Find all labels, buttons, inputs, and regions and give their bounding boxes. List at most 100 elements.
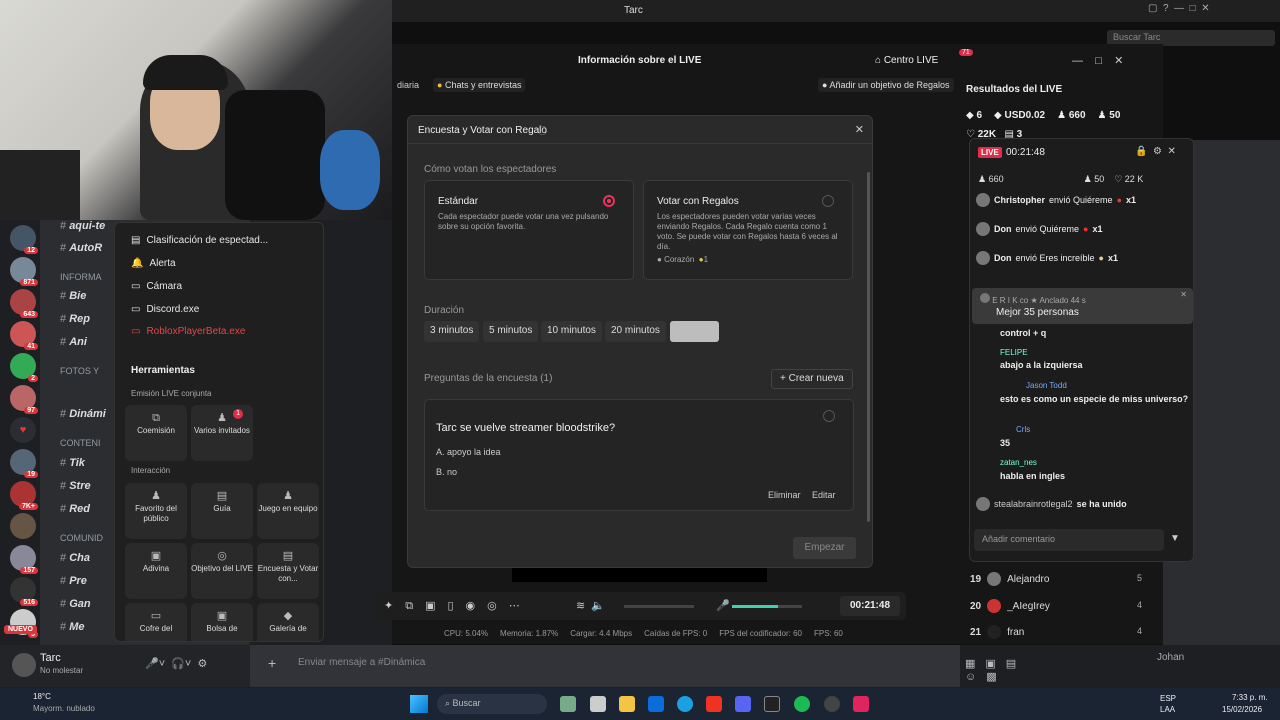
channel-item[interactable]: # Cha bbox=[60, 552, 90, 564]
discord-icon[interactable] bbox=[735, 696, 751, 712]
server-icon[interactable]: 7K+ bbox=[10, 481, 38, 510]
adivina-tool[interactable]: ▣ Adivina bbox=[125, 543, 187, 599]
encuesta-tool[interactable]: ▤ Encuesta y Votar con... bbox=[257, 543, 319, 599]
taskbar-app-icon[interactable] bbox=[590, 696, 606, 712]
category-label[interactable]: INFORMA bbox=[60, 272, 102, 282]
question-card[interactable]: Tarc se vuelve streamer bloodstrike? A. … bbox=[424, 399, 854, 511]
send-icon[interactable]: ▼ bbox=[1170, 533, 1180, 544]
server-icon[interactable]: 2 bbox=[10, 353, 38, 382]
create-new-button[interactable]: + Crear nueva bbox=[771, 369, 853, 389]
menu-item[interactable]: ▭ Discord.exe bbox=[131, 304, 199, 315]
server-icon[interactable]: 643 bbox=[10, 289, 38, 318]
chat-message[interactable]: Don envió Quiéreme ● x1 bbox=[976, 222, 1103, 236]
delete-button[interactable]: Eliminar bbox=[768, 490, 801, 500]
message-tools[interactable]: ▦▣▤☺▩ bbox=[965, 657, 1026, 683]
radio-unselected-icon[interactable] bbox=[822, 195, 834, 207]
question-radio-icon[interactable] bbox=[823, 410, 835, 422]
activity-icon[interactable]: ♥ bbox=[10, 417, 36, 443]
channel-item[interactable]: # AutoR bbox=[60, 242, 102, 254]
chat-line[interactable]: control + q bbox=[1000, 328, 1046, 338]
server-icon[interactable]: 41 bbox=[10, 321, 38, 350]
duration-5[interactable]: 5 minutos bbox=[483, 321, 539, 342]
window-controls[interactable]: ▢ ? — □ ✕ bbox=[1148, 3, 1210, 14]
channel-item[interactable]: # Red bbox=[60, 503, 90, 515]
tiktok-icon[interactable] bbox=[853, 696, 869, 712]
leaderboard-row[interactable]: 20 _AIegIrey bbox=[970, 599, 1050, 613]
lang[interactable]: ESP bbox=[1160, 694, 1176, 703]
favorito-tool[interactable]: ♟ Favorito del público bbox=[125, 483, 187, 539]
galeria-tool[interactable]: ◆ Galería de bbox=[257, 603, 319, 641]
server-icon[interactable]: 157 bbox=[10, 545, 38, 574]
channel-item[interactable]: # Pre bbox=[60, 575, 87, 587]
channel-item[interactable]: # Ani bbox=[60, 336, 87, 348]
close-icon[interactable]: ✕ bbox=[1180, 290, 1187, 299]
server-icon[interactable]: 516 bbox=[10, 577, 38, 606]
chat-line[interactable]: esto es como un especie de miss universo… bbox=[1000, 394, 1188, 404]
server-icon[interactable]: 12 bbox=[10, 225, 38, 254]
category-label[interactable]: FOTOS Y bbox=[60, 366, 99, 376]
add-icon[interactable]: + bbox=[268, 655, 276, 671]
taskbar-app-icon[interactable] bbox=[706, 696, 722, 712]
close-icon[interactable]: ✕ bbox=[855, 123, 864, 136]
scrollbar[interactable] bbox=[867, 172, 870, 522]
category-label[interactable]: CONTENI bbox=[60, 438, 101, 448]
taskbar-app-icon[interactable] bbox=[648, 696, 664, 712]
duration-20[interactable]: 20 minutos bbox=[605, 321, 666, 342]
menu-item[interactable]: ▤ Clasificación de espectad... bbox=[131, 235, 268, 246]
add-gift-goal-button[interactable]: ● Añadir un objetivo de Regalos bbox=[818, 78, 954, 92]
channel-item[interactable]: # aqui-te bbox=[60, 220, 105, 232]
server-icon[interactable]: 871 bbox=[10, 257, 38, 286]
mic-icon[interactable]: 🎤 bbox=[716, 599, 730, 612]
duration-custom[interactable] bbox=[670, 321, 719, 342]
cofre-tool[interactable]: ▭ Cofre del bbox=[125, 603, 187, 641]
channel-item[interactable]: # Dinámi bbox=[60, 408, 106, 420]
option-gift-card[interactable]: Votar con Regalos Los espectadores puede… bbox=[643, 180, 853, 280]
category-label[interactable]: COMUNID bbox=[60, 533, 103, 543]
message-input[interactable]: Enviar mensaje a #Dinámica bbox=[298, 657, 425, 668]
juego-tool[interactable]: ♟ Juego en equipo bbox=[257, 483, 319, 539]
duration-10[interactable]: 10 minutos bbox=[541, 321, 602, 342]
live-info-title[interactable]: Información sobre el LIVE bbox=[578, 55, 701, 66]
objetivo-tool[interactable]: ◎ Objetivo del LIVE bbox=[191, 543, 253, 599]
menu-item[interactable]: ▭ RobloxPlayerBeta.exe bbox=[131, 326, 245, 337]
chat-window-controls[interactable]: 🔒 ⚙ ✕ bbox=[1135, 146, 1176, 157]
server-icon[interactable]: 97 bbox=[10, 385, 38, 414]
mic-slider[interactable] bbox=[732, 605, 802, 608]
channel-item[interactable]: # Stre bbox=[60, 480, 91, 492]
obs-icon[interactable] bbox=[824, 696, 840, 712]
tab-diaria[interactable]: diaria bbox=[397, 80, 419, 90]
channel-item[interactable]: # Gan bbox=[60, 598, 91, 610]
chat-line[interactable]: zatan_nes bbox=[1000, 458, 1037, 467]
guia-tool[interactable]: ▤ Guía bbox=[191, 483, 253, 539]
control-icons[interactable]: ✦⧉▣▯◉◎⋯ bbox=[384, 599, 532, 613]
edit-button[interactable]: Editar bbox=[812, 490, 836, 500]
menu-item[interactable]: ▭ Cámara bbox=[131, 281, 182, 292]
comment-input[interactable]: Añadir comentario bbox=[974, 529, 1164, 551]
clock-time[interactable]: 7:33 p. m. bbox=[1232, 693, 1268, 702]
duration-3[interactable]: 3 minutos bbox=[424, 321, 480, 342]
chat-message[interactable]: Christopher envió Quiéreme ● x1 bbox=[976, 193, 1136, 207]
coemision-tool[interactable]: ⧉ Coemisión bbox=[125, 405, 187, 461]
voice-controls[interactable]: 🎤˅ 🎧˅ ⚙ bbox=[145, 657, 207, 670]
bolsa-tool[interactable]: ▣ Bolsa de bbox=[191, 603, 253, 641]
channel-item[interactable]: # Rep bbox=[60, 313, 90, 325]
help-icon[interactable]: ⓘ bbox=[538, 124, 547, 137]
spotify-icon[interactable] bbox=[794, 696, 810, 712]
channel-item[interactable]: # Tik bbox=[60, 457, 85, 469]
chat-line[interactable]: Crls bbox=[1016, 425, 1030, 434]
right-user[interactable]: Johan bbox=[1157, 652, 1184, 663]
volume-slider[interactable] bbox=[624, 605, 694, 608]
start-button[interactable]: Empezar bbox=[793, 537, 856, 559]
menu-item[interactable]: 🔔 Alerta bbox=[131, 258, 176, 269]
centro-live-button[interactable]: ⌂ Centro LIVE bbox=[875, 55, 938, 66]
edge-icon[interactable] bbox=[677, 696, 693, 712]
chat-line[interactable]: habla en ingles bbox=[1000, 471, 1065, 481]
leaderboard-row[interactable]: 21 fran bbox=[970, 625, 1024, 639]
radio-selected-icon[interactable] bbox=[603, 195, 615, 207]
chat-message[interactable]: Don envió Eres increíble ● x1 bbox=[976, 251, 1118, 265]
avatar[interactable] bbox=[12, 653, 36, 677]
chat-line[interactable]: abajo a la izquiersa bbox=[1000, 360, 1083, 370]
mixer-icon[interactable]: ≋ 🔈 bbox=[576, 599, 605, 612]
join-message[interactable]: stealabrainrotlegal2 se ha unido bbox=[976, 497, 1127, 511]
channel-item[interactable]: # Me bbox=[60, 621, 84, 633]
